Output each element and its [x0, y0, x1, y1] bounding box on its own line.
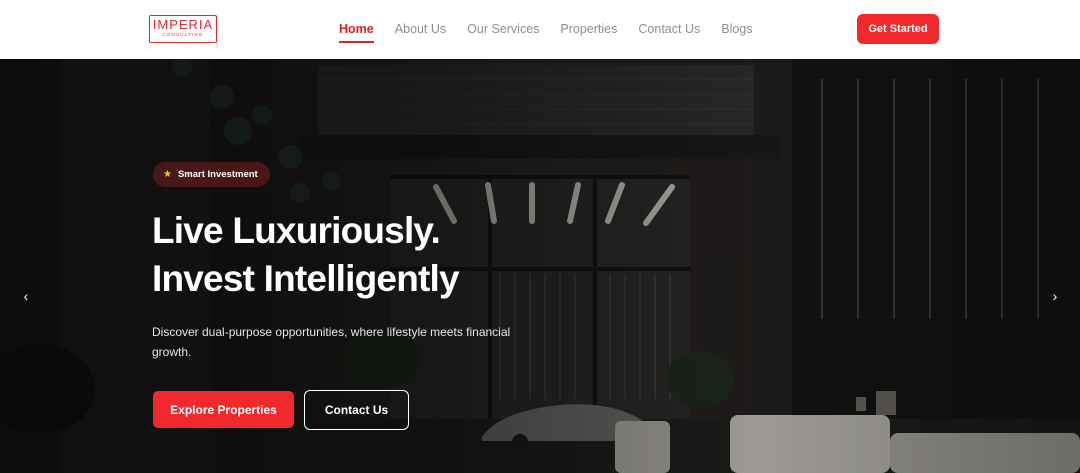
nav-item-contact-us[interactable]: Contact Us [638, 20, 700, 40]
logo[interactable]: IMPERIA CONSULTING [149, 15, 217, 43]
get-started-button[interactable]: Get Started [857, 14, 939, 44]
contact-us-button[interactable]: Contact Us [304, 390, 409, 430]
nav-item-home[interactable]: Home [339, 20, 374, 43]
chevron-right-icon[interactable]: › [1047, 288, 1063, 304]
nav-item-about-us[interactable]: About Us [395, 20, 446, 40]
site-header: IMPERIA CONSULTING Home About Us Our Ser… [0, 0, 1080, 59]
explore-properties-button[interactable]: Explore Properties [153, 391, 294, 428]
hero-title-line-2: Invest Intelligently [152, 258, 460, 299]
hero-title-line-1: Live Luxuriously. [152, 210, 441, 251]
logo-wordmark: IMPERIA [152, 17, 214, 32]
nav-item-properties[interactable]: Properties [560, 20, 617, 40]
hero-description: Discover dual-purpose opportunities, whe… [152, 325, 511, 359]
nav-item-blogs[interactable]: Blogs [721, 20, 752, 40]
main-nav: Home About Us Our Services Properties Co… [339, 20, 774, 43]
star-icon: ★ [163, 168, 172, 180]
logo-tagline: CONSULTING [162, 32, 204, 37]
badge-label: Smart Investment [177, 169, 258, 180]
hero-title: Live Luxuriously. Invest Intelligently [152, 207, 460, 303]
chevron-left-icon[interactable]: ‹ [18, 288, 34, 304]
nav-item-our-services[interactable]: Our Services [467, 20, 539, 40]
hero-section: ★ Smart Investment Live Luxuriously. Inv… [0, 59, 1080, 473]
smart-investment-badge: ★ Smart Investment [153, 162, 270, 187]
